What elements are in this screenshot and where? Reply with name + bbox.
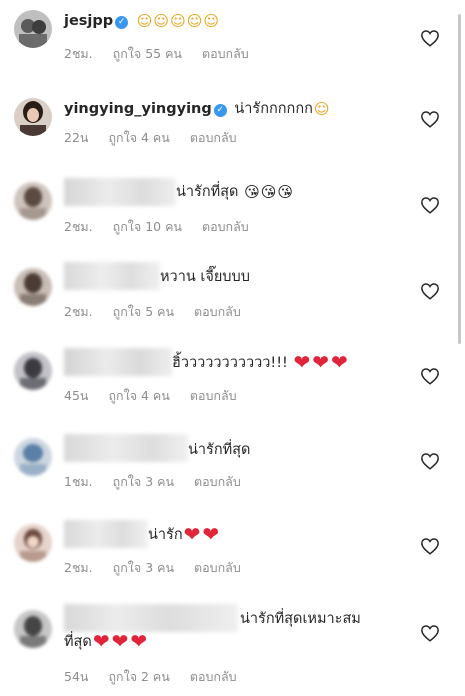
comment-likes[interactable]: ถูกใจ 10 คน — [113, 219, 182, 234]
comment-username[interactable]: yingying_yingying — [64, 101, 212, 117]
comment-item: น่ารักที่สุด 1ชม. ถูกใจ 3 คน ตอบกลับ — [0, 426, 465, 512]
reply-button[interactable]: ตอบกลับ — [190, 388, 237, 403]
comment-time: 2ชม. — [64, 560, 93, 575]
comment-likes[interactable]: ถูกใจ 3 คน — [113, 560, 174, 575]
avatar[interactable] — [14, 438, 52, 476]
comment-item: yingying_yingying ✓ น่ารักกกกกก☺ 22น ถูกใจ… — [0, 84, 465, 168]
comment-meta: 1ชม. ถูกใจ 3 คน ตอบกลับ — [64, 472, 241, 492]
comment-likes[interactable]: ถูกใจ 55 คน — [113, 46, 182, 61]
comment-text: น่ารักที่สุด — [188, 442, 251, 458]
comment-username[interactable]: jesjpp — [64, 13, 113, 29]
heart-outline-icon[interactable] — [420, 367, 440, 385]
comment-text: น่ารักกกกกก — [234, 101, 313, 117]
heart-outline-icon[interactable] — [420, 282, 440, 300]
reply-button[interactable]: ตอบกลับ — [190, 130, 237, 145]
comment-meta: 2ชม. ถูกใจ 5 คน ตอบกลับ — [64, 302, 241, 322]
reply-button[interactable]: ตอบกลับ — [190, 669, 237, 684]
blurred-username — [64, 604, 238, 632]
comment-meta: 2ชม. ถูกใจ 3 คน ตอบกลับ — [64, 558, 241, 578]
blurred-username — [64, 178, 176, 206]
kissing-face-emoji: 😘 — [244, 183, 260, 201]
reply-button[interactable]: ตอบกลับ — [202, 219, 249, 234]
comment-time: 45น — [64, 388, 89, 403]
comment-likes[interactable]: ถูกใจ 5 คน — [113, 304, 174, 319]
red-heart-emoji: ❤ — [183, 522, 201, 546]
comment-time: 2ชม. — [64, 46, 93, 61]
heart-outline-icon[interactable] — [420, 624, 440, 642]
kissing-face-emoji: 😘 — [277, 183, 293, 201]
comment-item: น่ารักที่สุดเหมาะสม ที่สุด❤ ❤ ❤ 54น ถูกใจ 2… — [0, 598, 465, 696]
comment-time: 54น — [64, 669, 89, 684]
comment-text: ฮิ้ววววววววววว!!! — [172, 355, 288, 371]
comment-text: น่ารัก — [148, 527, 183, 543]
heart-outline-icon[interactable] — [420, 110, 440, 128]
scrollbar[interactable] — [458, 14, 461, 344]
red-heart-emoji: ❤ — [130, 629, 148, 653]
comment-item: jesjpp ✓ ☺☺☺☺☺ 2ชม. ถูกใจ 55 คน ตอบกลับ — [0, 0, 465, 84]
avatar[interactable] — [14, 10, 52, 48]
red-heart-emoji: ❤ — [293, 350, 311, 374]
smiling-face-emoji: ☺ — [313, 100, 330, 118]
blurred-username — [64, 262, 160, 290]
comment-item: น่ารักที่สุด 😘😘😘 2ชม. ถูกใจ 10 คน ตอบกลับ — [0, 168, 465, 254]
comment-time: 2ชม. — [64, 219, 93, 234]
comment-text: น่ารักที่สุด — [176, 184, 239, 200]
red-heart-emoji: ❤ — [92, 629, 110, 653]
comment-likes[interactable]: ถูกใจ 4 คน — [108, 130, 169, 145]
heart-outline-icon[interactable] — [420, 537, 440, 555]
red-heart-emoji: ❤ — [331, 350, 348, 374]
verified-badge-icon: ✓ — [115, 16, 129, 29]
comment-meta: 22น ถูกใจ 4 คน ตอบกลับ — [64, 128, 237, 148]
comment-time: 2ชม. — [64, 304, 93, 319]
comment-likes[interactable]: ถูกใจ 3 คน — [113, 474, 174, 489]
comment-meta: 2ชม. ถูกใจ 10 คน ตอบกลับ — [64, 217, 249, 237]
avatar[interactable] — [14, 98, 52, 136]
avatar[interactable] — [14, 268, 52, 306]
smiling-face-emoji: ☺ — [136, 12, 153, 30]
comment-meta: 2ชม. ถูกใจ 55 คน ตอบกลับ — [64, 44, 249, 64]
blurred-username — [64, 434, 188, 462]
avatar[interactable] — [14, 610, 52, 648]
red-heart-emoji: ❤ — [111, 629, 129, 653]
comment-text: หวาน เจี๊ยบบบ — [160, 269, 250, 285]
avatar[interactable] — [14, 182, 52, 220]
reply-button[interactable]: ตอบกลับ — [194, 474, 241, 489]
red-heart-emoji: ❤ — [202, 522, 220, 546]
verified-badge-icon: ✓ — [213, 104, 227, 117]
comment-item: น่ารัก❤ ❤ 2ชม. ถูกใจ 3 คน ตอบกลับ — [0, 512, 465, 598]
smiling-face-emoji: ☺ — [170, 12, 186, 30]
kissing-face-emoji: 😘 — [260, 183, 277, 201]
comment-time: 1ชม. — [64, 474, 93, 489]
avatar[interactable] — [14, 524, 52, 562]
heart-outline-icon[interactable] — [420, 29, 440, 47]
blurred-username — [64, 348, 172, 376]
blurred-username — [64, 520, 148, 548]
comment-time: 22น — [64, 130, 89, 145]
smiling-face-emoji: ☺ — [186, 12, 203, 30]
reply-button[interactable]: ตอบกลับ — [194, 304, 241, 319]
comment-text: น่ารักที่สุดเหมาะสม — [240, 611, 361, 627]
comment-item: หวาน เจี๊ยบบบ 2ชม. ถูกใจ 5 คน ตอบกลับ — [0, 254, 465, 340]
comment-meta: 45น ถูกใจ 4 คน ตอบกลับ — [64, 386, 237, 406]
heart-outline-icon[interactable] — [420, 452, 440, 470]
comment-likes[interactable]: ถูกใจ 2 คน — [108, 669, 169, 684]
heart-outline-icon[interactable] — [420, 196, 440, 214]
comment-item: ฮิ้ววววววววววว!!! ❤ ❤ ❤ 45น ถูกใจ 4 คน ตอบกล… — [0, 340, 465, 426]
smiling-face-emoji: ☺ — [153, 12, 170, 30]
comment-meta: 54น ถูกใจ 2 คน ตอบกลับ — [64, 667, 237, 687]
reply-button[interactable]: ตอบกลับ — [194, 560, 241, 575]
smiling-face-emoji: ☺ — [203, 12, 219, 30]
reply-button[interactable]: ตอบกลับ — [202, 46, 249, 61]
avatar[interactable] — [14, 352, 52, 390]
comment-text-continued: ที่สุด — [64, 634, 92, 650]
red-heart-emoji: ❤ — [312, 350, 329, 374]
comment-likes[interactable]: ถูกใจ 4 คน — [108, 388, 169, 403]
